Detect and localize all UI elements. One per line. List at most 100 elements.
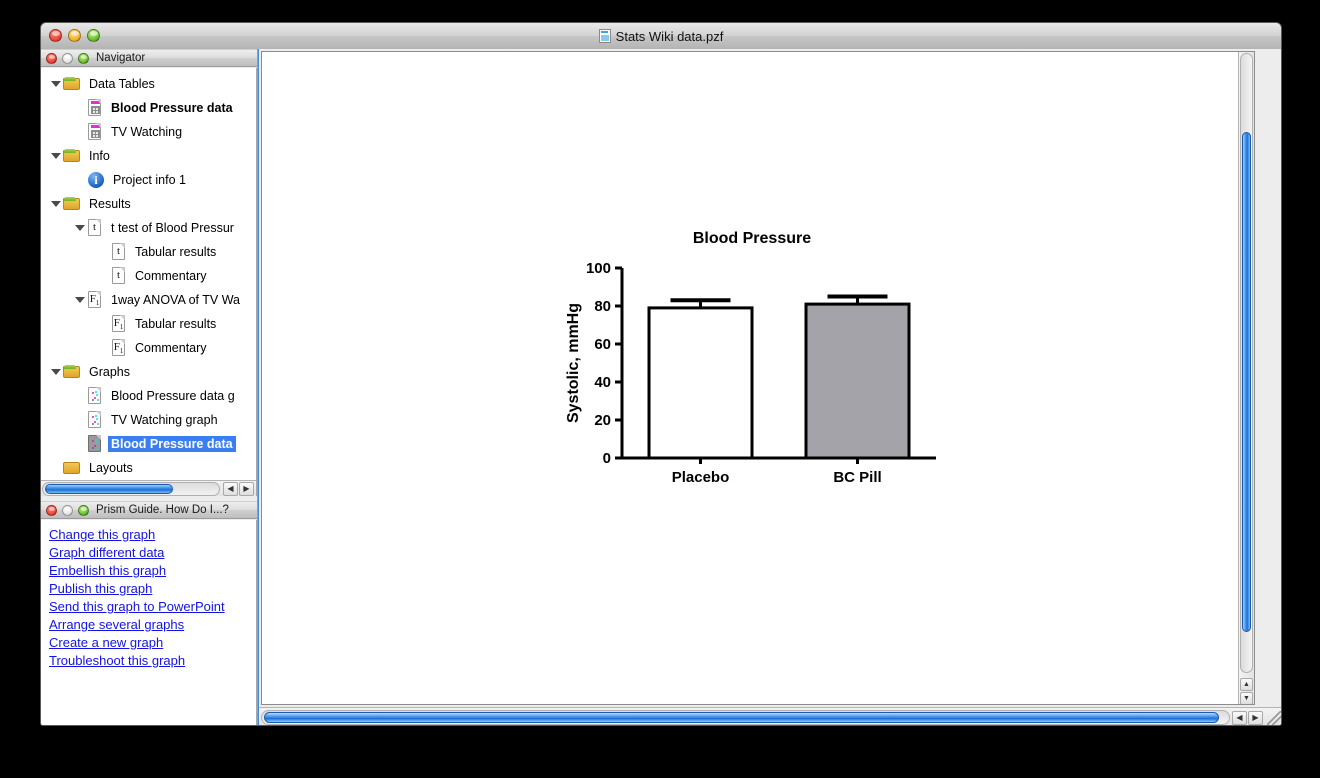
tree-item[interactable]: Blood Pressure data — [41, 96, 256, 120]
left-column: Navigator Data Tables Blood Pressure data… — [41, 49, 257, 725]
disclosure-triangle-icon[interactable] — [73, 297, 87, 303]
guide-link[interactable]: Troubleshoot this graph — [49, 653, 185, 668]
tree-item-label: TV Watching graph — [111, 413, 218, 427]
tree-item-label: Data Tables — [89, 77, 155, 91]
document-horizontal-scrollbar[interactable]: ◀ ▶ — [259, 707, 1281, 725]
folder-icon — [63, 196, 81, 212]
scroll-down-button[interactable]: ▼ — [1240, 692, 1253, 704]
tree-item[interactable]: Layouts — [41, 456, 256, 480]
tree-item-label: Project info 1 — [113, 173, 186, 187]
guide-link[interactable]: Change this graph — [49, 527, 155, 542]
t-test-icon: t — [87, 219, 103, 237]
folder-icon — [63, 76, 81, 92]
document-vertical-scrollbar[interactable]: ▲ ▼ — [1238, 52, 1254, 704]
guide-link[interactable]: Create a new graph — [49, 635, 163, 650]
navigator-close-button[interactable] — [46, 52, 57, 64]
tree-item[interactable]: t Tabular results — [41, 240, 256, 264]
prism-main-window: Stats Wiki data.pzf Navigator Data Table… — [40, 22, 1282, 726]
disclosure-triangle-icon[interactable] — [49, 369, 63, 375]
x-axis-tick-label: BC Pill — [833, 469, 881, 486]
tree-item[interactable]: i Project info 1 — [41, 168, 256, 192]
bar-placebo[interactable] — [647, 306, 754, 460]
tree-item[interactable]: t t test of Blood Pressur — [41, 216, 256, 240]
document-hscroll-track[interactable] — [261, 710, 1230, 725]
guide-link[interactable]: Embellish this graph — [49, 563, 166, 578]
scroll-up-button[interactable]: ▲ — [1240, 678, 1253, 691]
bar-bc-pill[interactable] — [804, 302, 911, 460]
guide-panel-title: Prism Guide. How Do I...? — [96, 504, 229, 516]
disclosure-triangle-icon[interactable] — [49, 81, 63, 87]
tree-item-label: Blood Pressure data g — [111, 389, 235, 403]
disclosure-triangle-icon[interactable] — [49, 153, 63, 159]
guide-minimize-button — [62, 504, 73, 516]
tree-item-label: Commentary — [135, 269, 207, 283]
tree-item[interactable]: F1 1way ANOVA of TV Wa — [41, 288, 256, 312]
anova-icon: F1 — [112, 315, 125, 332]
window-titlebar[interactable]: Stats Wiki data.pzf — [41, 23, 1281, 50]
navigator-tree-scroll-area[interactable]: Data Tables Blood Pressure data TV Watchin… — [41, 68, 257, 480]
disclosure-triangle-icon[interactable] — [49, 201, 63, 207]
tree-item[interactable]: TV Watching graph — [41, 408, 256, 432]
document-area: Blood Pressure 0 20 40 60 80 100 Systolic, mmH… — [259, 49, 1281, 725]
tree-item-label: 1way ANOVA of TV Wa — [111, 293, 240, 307]
document-scroll-left-button[interactable]: ◀ — [1232, 710, 1247, 725]
folder-icon — [63, 148, 81, 164]
document-scroll-right-button[interactable]: ▶ — [1248, 710, 1263, 725]
guide-panel-header[interactable]: Prism Guide. How Do I...? — [41, 501, 257, 519]
chart-plot-svg: 0 20 40 60 80 100 Systolic, mmHg Placebo BC Pill — [565, 260, 936, 486]
navigator-panel-header[interactable]: Navigator — [41, 49, 257, 67]
graph-icon — [87, 435, 103, 453]
tree-item[interactable]: Info — [41, 144, 256, 168]
navigator-scroll-thumb[interactable] — [45, 483, 173, 494]
tree-item[interactable]: F1 Tabular results — [41, 312, 256, 336]
prism-document-icon — [598, 29, 611, 43]
window-title: Stats Wiki data.pzf — [615, 28, 724, 44]
y-axis-tick-label: 100 — [586, 260, 611, 277]
guide-link[interactable]: Graph different data — [49, 545, 164, 560]
guide-link-row: Graph different data — [49, 544, 248, 562]
navigator-scroll-track[interactable] — [42, 481, 220, 496]
tree-item[interactable]: Graphs — [41, 360, 256, 384]
y-axis-tick-label: 40 — [594, 374, 611, 391]
tree-item-label: Blood Pressure data — [111, 101, 233, 115]
tree-item-label: Commentary — [135, 341, 207, 355]
tree-item-label: Tabular results — [135, 245, 217, 259]
document-vscroll-thumb[interactable] — [1242, 132, 1251, 632]
tree-item[interactable]: Blood Pressure data — [41, 432, 256, 456]
disclosure-triangle-icon[interactable] — [73, 225, 87, 231]
tree-item-label: Blood Pressure data — [108, 436, 236, 452]
navigator-horizontal-scrollbar[interactable]: ◀ ▶ — [41, 480, 257, 496]
guide-close-button[interactable] — [46, 504, 57, 516]
guide-link[interactable]: Arrange several graphs — [49, 617, 184, 632]
window-title-group: Stats Wiki data.pzf — [41, 23, 1281, 49]
guide-link[interactable]: Publish this graph — [49, 581, 152, 596]
graph-canvas[interactable]: Blood Pressure 0 20 40 60 80 100 Systolic, mmH… — [261, 51, 1255, 705]
window-body: Navigator Data Tables Blood Pressure data… — [41, 49, 1281, 725]
tree-item-label: Layouts — [89, 461, 133, 475]
tree-item-label: Results — [89, 197, 131, 211]
guide-link[interactable]: Send this graph to PowerPoint — [49, 599, 225, 614]
folder-icon — [63, 460, 81, 476]
document-hscroll-thumb[interactable] — [264, 712, 1219, 723]
tree-item[interactable]: t Commentary — [41, 264, 256, 288]
navigator-minimize-button — [62, 52, 73, 64]
y-axis-title: Systolic, mmHg — [565, 303, 582, 423]
scroll-right-button[interactable]: ▶ — [239, 481, 254, 496]
graph-icon — [87, 387, 103, 405]
tree-item[interactable]: Data Tables — [41, 72, 256, 96]
anova-icon: F1 — [88, 291, 101, 308]
guide-zoom-button[interactable] — [78, 504, 89, 516]
tree-item-label: Tabular results — [135, 317, 217, 331]
tree-item[interactable]: TV Watching — [41, 120, 256, 144]
tree-item[interactable]: Results — [41, 192, 256, 216]
guide-link-row: Publish this graph — [49, 580, 248, 598]
scroll-left-button[interactable]: ◀ — [223, 481, 238, 496]
navigator-zoom-button[interactable] — [78, 52, 89, 64]
tree-item[interactable]: Blood Pressure data g — [41, 384, 256, 408]
navigator-scroll-arrows: ◀ ▶ — [221, 481, 256, 496]
window-resize-grip[interactable] — [1267, 710, 1281, 725]
document-vscroll-track[interactable] — [1240, 53, 1253, 673]
navigator-panel-title: Navigator — [96, 52, 146, 64]
tree-item[interactable]: F1 Commentary — [41, 336, 256, 360]
t-test-icon: t — [111, 243, 127, 261]
